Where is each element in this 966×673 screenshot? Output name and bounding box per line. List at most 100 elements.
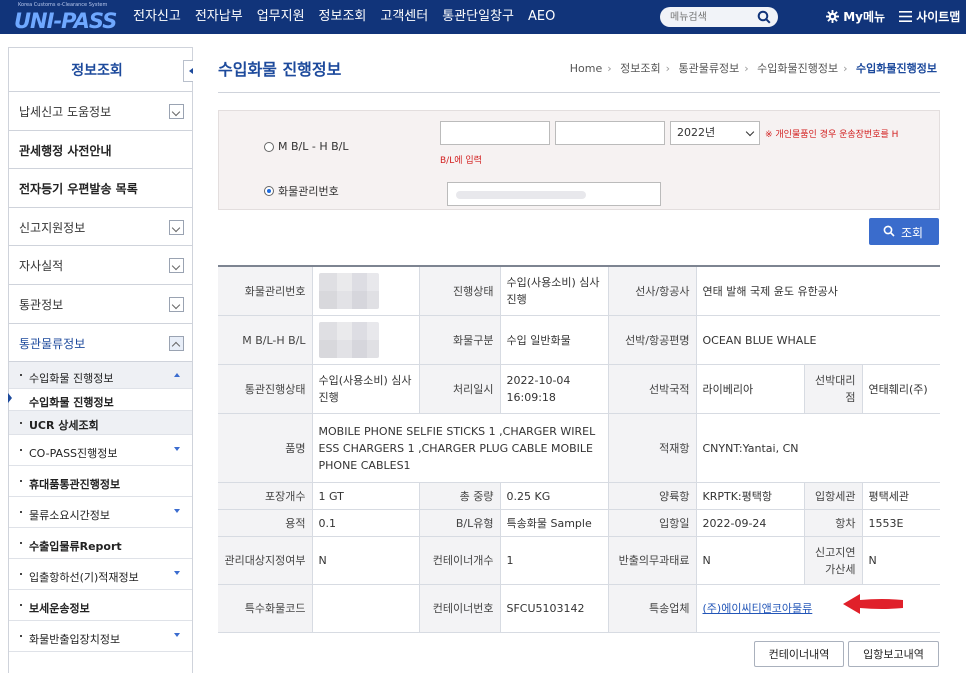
hbl-input[interactable] [555, 121, 665, 145]
clearance-status-value: 수입(사용소비) 심사진행 [311, 364, 419, 414]
sidebar-item-tax-help[interactable]: 납세신고 도움정보 [9, 92, 192, 131]
submenu-label: 수출입물류Report [29, 540, 122, 554]
nav-business-support[interactable]: 업무지원 [257, 0, 305, 34]
submenu-bonded-transport[interactable]: 보세운송정보 [9, 590, 192, 622]
bullet-icon [20, 511, 22, 514]
unipass-logo[interactable]: Korea Customs e-Clearance System UNI-PAS… [10, 0, 117, 34]
redacted-value [318, 273, 379, 309]
nav-e-declaration[interactable]: 전자신고 [133, 0, 181, 34]
table-row: 특수화물코드 컨테이너번호 SFCU5103142 특송업체 (주)에이씨티앤코… [218, 584, 940, 633]
status-header: 진행상태 [418, 266, 500, 316]
cargo-number-value [311, 266, 419, 316]
sidebar: 정보조회 납세신고 도움정보 관세행정 사전안내 전자등기 우편발송 목록 신고… [8, 47, 193, 673]
collapse-icon[interactable] [169, 335, 184, 351]
my-menu-button[interactable]: My메뉴 [826, 0, 885, 34]
bl-header: M B/L-H B/L [218, 315, 312, 365]
breadcrumb-import-cargo[interactable]: 수입화물진행정보 [757, 62, 838, 75]
breadcrumb-logistics-info[interactable]: 통관물류정보 [679, 62, 740, 75]
sidebar-item-declaration-support[interactable]: 신고지원정보 [9, 208, 192, 247]
chevron-down-icon [174, 509, 180, 516]
nav-e-payment[interactable]: 전자납부 [195, 0, 243, 34]
sidebar-item-label: 납세신고 도움정보 [19, 105, 112, 119]
menu-search-input[interactable] [670, 9, 750, 25]
mbl-input[interactable] [440, 121, 550, 145]
redacted-value [318, 322, 379, 358]
submenu-co-pass[interactable]: CO-PASS진행정보 [9, 435, 192, 467]
bullet-icon [20, 542, 22, 545]
table-row: 포장개수 1 GT 총 중량 0.25 KG 양륙항 KRPTK:평택항 입항세… [218, 482, 940, 510]
nav-single-window[interactable]: 통관단일창구 [442, 0, 514, 34]
submenu-import-cargo-progress-page[interactable]: 수입화물 진행정보 [8, 389, 192, 412]
radio-bl[interactable] [264, 142, 274, 152]
sidebar-item-label: 통관정보 [19, 297, 64, 312]
search-icon[interactable] [757, 10, 771, 24]
cargo-number-input[interactable] [447, 182, 661, 206]
submenu-label: 수입화물 진행정보 [29, 372, 114, 386]
processed-at-value: 2022-10-04 16:09:18 [499, 364, 608, 414]
year-select-value: 2022년 [677, 126, 716, 139]
sidebar-item-company-records[interactable]: 자사실적 [9, 246, 192, 285]
arrival-date-header: 입항일 [607, 509, 696, 537]
search-button[interactable]: 조회 [869, 218, 939, 245]
late-declaration-value: N [861, 536, 940, 585]
bullet-icon [20, 449, 22, 452]
sidebar-item-label: 자사실적 [19, 259, 64, 274]
main-nav: 전자신고 전자납부 업무지원 정보조회 고객센터 통관단일창구 AEO [133, 0, 569, 34]
voyage-value: 1553E [861, 509, 940, 537]
nav-info-inquiry[interactable]: 정보조회 [319, 0, 367, 34]
submenu-label: 물류소요시간정보 [29, 509, 110, 523]
sidebar-item-logistics-info[interactable]: 통관물류정보 [9, 324, 192, 363]
radio-cargo-number[interactable] [264, 186, 274, 196]
carrier-value: 연태 발해 국제 윤도 유한공사 [695, 266, 940, 316]
item-name-header: 품명 [218, 413, 312, 483]
nav-customer-center[interactable]: 고객센터 [380, 0, 428, 34]
sidebar-item-label: 관세행정 사전안내 [19, 143, 112, 158]
submenu-port-loading[interactable]: 입출항하선(기)적재정보 [9, 559, 192, 591]
sitemap-button[interactable]: 사이트맵 [899, 0, 960, 34]
nav-aeo[interactable]: AEO [528, 0, 555, 34]
export-penalty-header: 반출의무과태료 [607, 536, 696, 585]
submenu-baggage-clearance[interactable]: 휴대품통관진행정보 [9, 466, 192, 498]
vessel-value: OCEAN BLUE WHALE [695, 315, 940, 365]
table-row: 용적 0.1 B/L유형 특송화물 Sample 입항일 2022-09-24 … [218, 509, 940, 537]
sidebar-collapse-button[interactable] [183, 60, 193, 82]
breadcrumb: Home › 정보조회 › 통관물류정보 › 수입화물진행정보 › 수입화물진행정보 [569, 62, 937, 75]
submenu-ucr-detail[interactable]: UCR 상세조회 [9, 411, 192, 436]
expand-icon[interactable] [169, 258, 184, 274]
volume-header: 용적 [218, 509, 312, 537]
year-select[interactable]: 2022년 [670, 121, 760, 145]
breadcrumb-home[interactable]: Home [570, 62, 602, 75]
sidebar-item-registered-mail[interactable]: 전자등기 우편발송 목록 [9, 169, 192, 208]
vessel-agent-value: 연태훼리(주) [861, 364, 940, 414]
sidebar-item-clearance-info[interactable]: 통관정보 [9, 285, 192, 324]
submenu-import-cargo-progress[interactable]: 수입화물 진행정보 [9, 362, 192, 390]
status-value: 수입(사용소비) 심사진행 [499, 266, 608, 316]
expand-icon[interactable] [169, 219, 184, 235]
radio-bl-label: M B/L - H B/L [278, 140, 349, 153]
submenu-label: UCR 상세조회 [29, 419, 99, 433]
express-company-link[interactable]: (주)에이씨티앤코아물류 [703, 602, 813, 615]
container-details-button[interactable]: 컨테이너내역 [754, 641, 844, 667]
top-navigation-bar: Korea Customs e-Clearance System UNI-PAS… [0, 0, 966, 34]
bullet-icon [20, 573, 22, 576]
submenu-logistics-time[interactable]: 물류소요시간정보 [9, 497, 192, 529]
loading-port-value: CNYNT:Yantai, CN [695, 413, 940, 483]
chevron-down-icon [174, 633, 180, 640]
expand-icon[interactable] [169, 104, 184, 119]
submenu-label: 수입화물 진행정보 [29, 396, 114, 410]
arrival-report-button[interactable]: 입항보고내역 [848, 641, 939, 667]
submenu-logistics-report[interactable]: 수출입물류Report [9, 528, 192, 560]
expand-icon[interactable] [169, 296, 184, 312]
package-count-header: 포장개수 [218, 482, 312, 510]
carrier-header: 선사/항공사 [607, 266, 696, 316]
bl-type-header: B/L유형 [418, 509, 500, 537]
sidebar-item-customs-notice[interactable]: 관세행정 사전안내 [9, 131, 192, 170]
submenu-cargo-inout[interactable]: 화물반출입장치정보 [9, 621, 192, 653]
vessel-agent-header: 선박대리점 [803, 364, 862, 414]
logo-subtitle: Korea Customs e-Clearance System [18, 2, 108, 8]
breadcrumb-info-inquiry[interactable]: 정보조회 [620, 62, 660, 75]
submenu-label: CO-PASS진행정보 [29, 447, 118, 461]
bl-value [311, 315, 419, 365]
gross-weight-header: 총 중량 [418, 482, 500, 510]
table-row: 통관진행상태 수입(사용소비) 심사진행 처리일시 2022-10-04 16:… [218, 364, 940, 414]
